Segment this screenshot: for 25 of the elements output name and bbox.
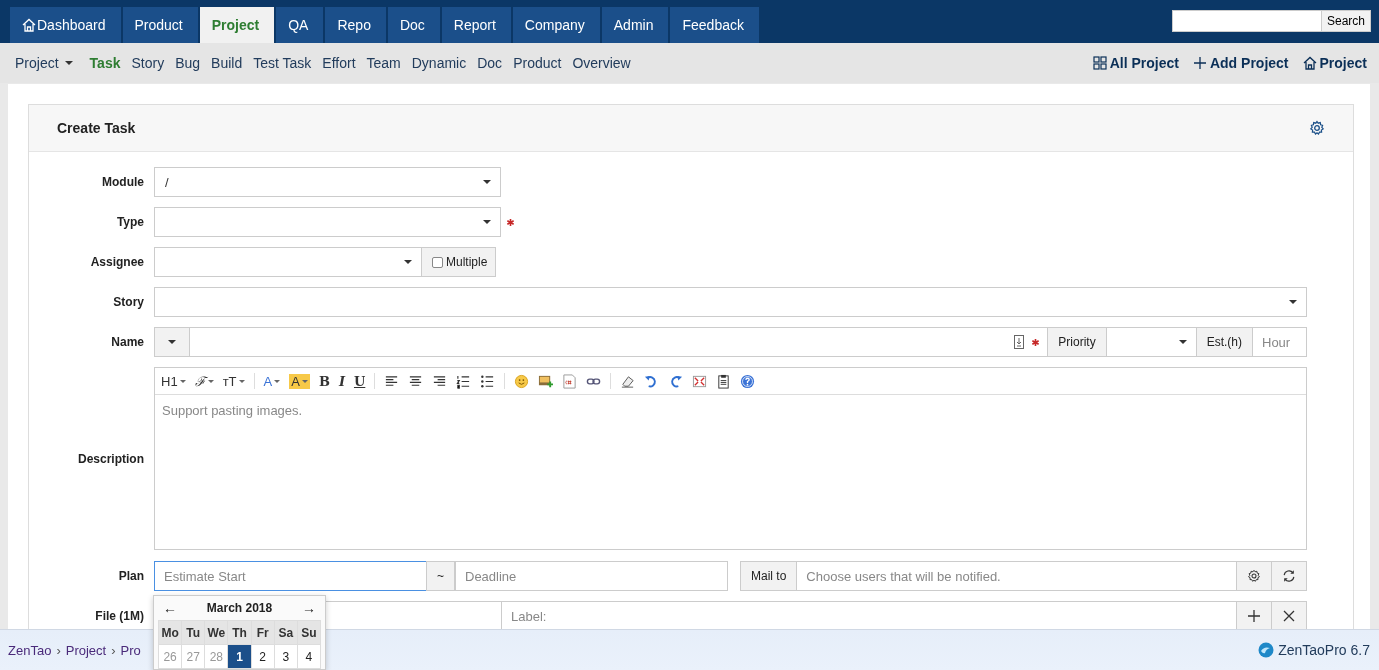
- field-label: Description: [77, 451, 145, 466]
- field-label: Plan: [117, 569, 145, 583]
- weekday-header: Tu: [182, 620, 206, 645]
- breadcrumb-separator: ›: [111, 642, 116, 658]
- field-label: File (1M): [94, 609, 145, 623]
- month-title: March 2018: [206, 601, 273, 615]
- field-label: Assignee: [89, 255, 145, 269]
- priority-label: Priority: [1047, 327, 1107, 357]
- weekday-header: Sa: [274, 620, 298, 645]
- field-label: Story: [112, 295, 145, 309]
- weekday-header: Fr: [251, 620, 275, 645]
- field-label: Module: [101, 175, 145, 189]
- weekday-header: Su: [297, 620, 321, 645]
- version-text: ZenTaoPro 6.7: [1278, 642, 1370, 658]
- breadcrumb-separator: ›: [56, 642, 61, 658]
- editor-placeholder: Support pasting images.: [162, 403, 303, 418]
- weekday-header: We: [205, 620, 229, 645]
- estimate-label: Est.(h): [1195, 327, 1253, 357]
- mail-to-label: Mail to: [740, 561, 798, 591]
- field-label: Type: [115, 215, 145, 229]
- weekday-header: Mo: [159, 620, 183, 645]
- weekday-header: Th: [228, 620, 252, 645]
- field-label: Name: [110, 335, 145, 349]
- range-separator: ~: [426, 561, 455, 591]
- panel-title: Create Task: [57, 120, 136, 136]
